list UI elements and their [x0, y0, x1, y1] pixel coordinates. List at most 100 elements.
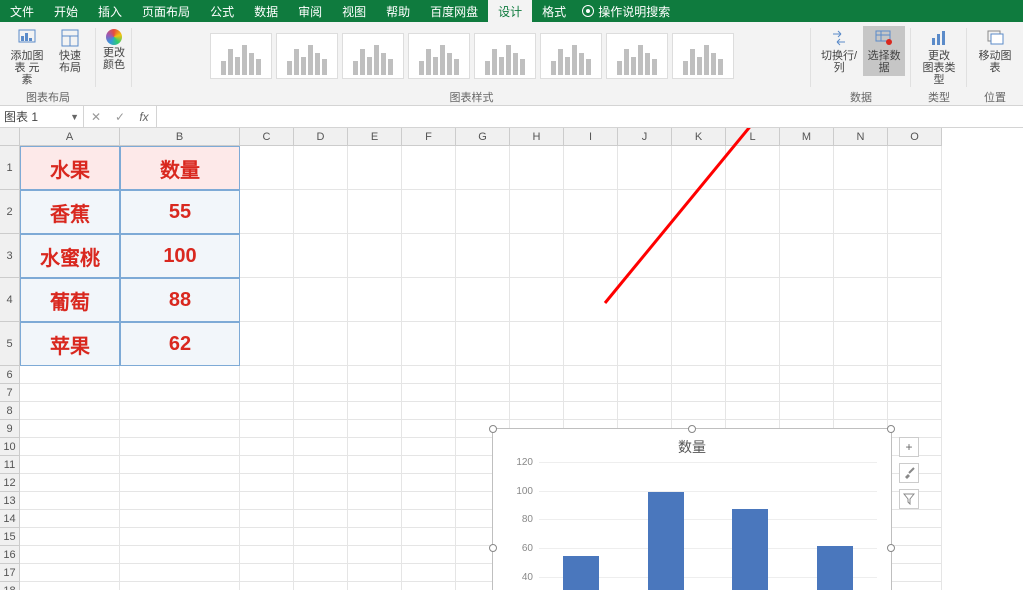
change-colors-button[interactable]: 更改 颜色	[101, 26, 127, 74]
cell[interactable]	[402, 234, 456, 278]
cell[interactable]	[672, 146, 726, 190]
tell-me[interactable]: 操作说明搜索	[582, 3, 670, 20]
menu-tab-百度网盘[interactable]: 百度网盘	[420, 0, 488, 22]
row-header[interactable]: 18	[0, 582, 20, 590]
cell[interactable]	[120, 564, 240, 582]
cell[interactable]	[20, 528, 120, 546]
cell[interactable]	[510, 402, 564, 420]
cell[interactable]: 88	[120, 278, 240, 322]
cell[interactable]	[402, 474, 456, 492]
cell[interactable]	[240, 384, 294, 402]
row-header[interactable]: 4	[0, 278, 20, 322]
col-header-G[interactable]: G	[456, 128, 510, 146]
cell[interactable]	[240, 492, 294, 510]
cell[interactable]	[120, 366, 240, 384]
menu-tab-开始[interactable]: 开始	[44, 0, 88, 22]
cell[interactable]	[120, 474, 240, 492]
cell[interactable]: 数量	[120, 146, 240, 190]
cell[interactable]	[120, 510, 240, 528]
cell[interactable]	[348, 492, 402, 510]
col-header-B[interactable]: B	[120, 128, 240, 146]
cell[interactable]	[402, 366, 456, 384]
cell[interactable]	[402, 582, 456, 590]
cell[interactable]: 55	[120, 190, 240, 234]
cell[interactable]	[240, 528, 294, 546]
chart-style-thumb[interactable]	[408, 33, 470, 79]
cell[interactable]	[294, 366, 348, 384]
cell[interactable]	[564, 402, 618, 420]
menu-tab-页面布局[interactable]: 页面布局	[132, 0, 200, 22]
cell[interactable]	[120, 402, 240, 420]
cell[interactable]	[402, 278, 456, 322]
cell[interactable]	[672, 190, 726, 234]
cell[interactable]	[726, 384, 780, 402]
cell[interactable]	[20, 510, 120, 528]
cell[interactable]	[348, 582, 402, 590]
row-header[interactable]: 11	[0, 456, 20, 474]
cell[interactable]	[834, 146, 888, 190]
cell[interactable]	[240, 456, 294, 474]
chart-style-thumb[interactable]	[606, 33, 668, 79]
resize-handle[interactable]	[887, 544, 895, 552]
cell[interactable]	[726, 234, 780, 278]
cell[interactable]	[564, 146, 618, 190]
col-header-J[interactable]: J	[618, 128, 672, 146]
cell[interactable]	[888, 278, 942, 322]
cell[interactable]	[672, 322, 726, 366]
resize-handle[interactable]	[489, 425, 497, 433]
col-header-M[interactable]: M	[780, 128, 834, 146]
cell[interactable]	[20, 402, 120, 420]
cell[interactable]	[402, 402, 456, 420]
cell[interactable]	[294, 564, 348, 582]
chart-filter-button[interactable]	[899, 489, 919, 509]
chart-style-thumb[interactable]	[342, 33, 404, 79]
cell[interactable]	[120, 384, 240, 402]
cell[interactable]	[348, 564, 402, 582]
cell[interactable]	[20, 582, 120, 590]
cell[interactable]	[510, 190, 564, 234]
cell[interactable]	[888, 582, 942, 590]
cell[interactable]	[726, 366, 780, 384]
menu-tab-公式[interactable]: 公式	[200, 0, 244, 22]
cell[interactable]	[402, 546, 456, 564]
cell[interactable]	[888, 510, 942, 528]
cell[interactable]	[780, 402, 834, 420]
cell[interactable]	[888, 420, 942, 438]
chart-style-thumb[interactable]	[210, 33, 272, 79]
cell[interactable]	[294, 402, 348, 420]
cell[interactable]	[564, 366, 618, 384]
cell[interactable]	[618, 366, 672, 384]
cell[interactable]	[510, 384, 564, 402]
cell[interactable]	[20, 384, 120, 402]
cell[interactable]	[510, 322, 564, 366]
cell[interactable]	[294, 420, 348, 438]
chart-style-thumb[interactable]	[672, 33, 734, 79]
cell[interactable]	[780, 366, 834, 384]
cell[interactable]	[294, 190, 348, 234]
add-chart-element-button[interactable]: 添加图表 元素	[6, 26, 48, 88]
menu-tab-文件[interactable]: 文件	[0, 0, 44, 22]
cell[interactable]	[510, 366, 564, 384]
cell[interactable]	[240, 474, 294, 492]
cell[interactable]	[294, 474, 348, 492]
row-header[interactable]: 10	[0, 438, 20, 456]
cell[interactable]	[348, 278, 402, 322]
cell[interactable]	[726, 322, 780, 366]
cell[interactable]	[294, 510, 348, 528]
cell[interactable]	[888, 146, 942, 190]
cell[interactable]	[402, 322, 456, 366]
row-header[interactable]: 9	[0, 420, 20, 438]
cell[interactable]	[20, 474, 120, 492]
cell[interactable]	[294, 546, 348, 564]
cell[interactable]	[20, 546, 120, 564]
cell[interactable]	[510, 146, 564, 190]
cell[interactable]	[672, 366, 726, 384]
cell[interactable]	[726, 402, 780, 420]
cell[interactable]	[780, 234, 834, 278]
chart-styles-button[interactable]	[899, 463, 919, 483]
cell[interactable]	[726, 278, 780, 322]
col-header-E[interactable]: E	[348, 128, 402, 146]
cell[interactable]	[402, 420, 456, 438]
cell[interactable]	[402, 492, 456, 510]
row-header[interactable]: 7	[0, 384, 20, 402]
